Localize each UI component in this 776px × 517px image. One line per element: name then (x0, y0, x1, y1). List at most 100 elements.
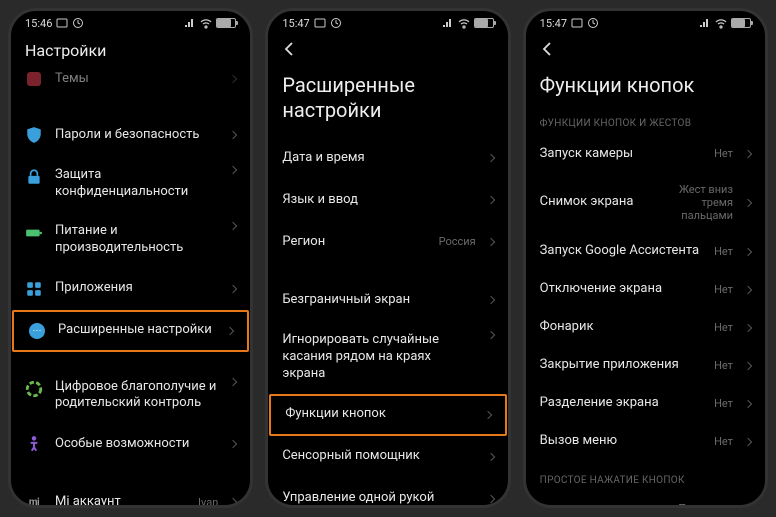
chevron-icon (486, 296, 494, 304)
back-icon[interactable] (540, 41, 556, 57)
themes-icon (27, 72, 41, 86)
section-single-press: ПРОСТОЕ НАЖАТИЕ КНОПОК (526, 461, 765, 492)
row-advanced[interactable]: ⋯ Расширенные настройки (12, 310, 249, 352)
battery-icon (731, 18, 751, 28)
chevron-icon (486, 452, 494, 460)
row-label: Разделение экрана (540, 395, 702, 412)
row-language[interactable]: Язык и ввод (268, 179, 507, 221)
settings-list[interactable]: Темы Пароли и безопасность Защита конфид… (11, 70, 250, 505)
wifi-icon (458, 17, 470, 29)
row-region[interactable]: Регион Россия (268, 221, 507, 263)
chevron-icon (483, 410, 491, 418)
chevron-icon (229, 222, 237, 230)
row-label: Mi аккаунт (55, 494, 186, 505)
row-privacy[interactable]: Защита конфиденциальности (11, 156, 250, 212)
row-menu-call[interactable]: Вызов меню Нет (526, 423, 765, 461)
row-value: Нет (714, 359, 733, 372)
battery-icon (216, 18, 236, 28)
status-time: 15:47 (540, 17, 567, 30)
clock-icon (72, 17, 84, 29)
row-label: Пароли и безопасность (55, 127, 218, 144)
status-bar: 15:47 (268, 11, 507, 35)
row-security[interactable]: Пароли и безопасность (11, 114, 250, 156)
page-title: Настройки (25, 41, 106, 60)
row-value: Нет (714, 397, 733, 410)
chevron-icon (229, 131, 237, 139)
apps-icon (25, 280, 43, 298)
phone-settings: 15:46 Настройки Темы Пароли и безопаснос… (8, 8, 253, 508)
row-label: Регион (282, 234, 426, 251)
row-fullscreen[interactable]: Безграничный экран (268, 279, 507, 321)
row-label: Управление одной рукой (282, 490, 475, 505)
button-functions-list[interactable]: ФУНКЦИИ КНОПОК И ЖЕСТОВ Запуск камеры Не… (526, 104, 765, 505)
row-split-screen[interactable]: Разделение экрана Нет (526, 385, 765, 423)
row-label: Цифровое благополучие и родительский кон… (55, 379, 218, 413)
row-value: Нет (714, 321, 733, 334)
row-themes[interactable]: Темы (11, 70, 250, 98)
back-icon[interactable] (282, 41, 298, 57)
row-screenshot[interactable]: Снимок экрана Жест вниз тремя пальцами (526, 173, 765, 233)
row-label: Снимок экрана (540, 194, 641, 211)
row-flashlight[interactable]: Фонарик Нет (526, 309, 765, 347)
row-value: Ivan (198, 496, 218, 505)
storage-icon (571, 17, 583, 29)
row-label: Игнорировать случайные касания рядом на … (282, 332, 475, 383)
status-time: 15:47 (282, 17, 309, 30)
row-edge-touch[interactable]: Игнорировать случайные касания рядом на … (268, 321, 507, 394)
row-one-hand[interactable]: Управление одной рукой (268, 478, 507, 505)
row-label: Расширенные настройки (58, 322, 215, 339)
row-mi-account[interactable]: mi Mi аккаунт Ivan (11, 481, 250, 505)
header: Настройки (11, 35, 250, 70)
row-touch-assistant[interactable]: Сенсорный помощник (268, 436, 507, 478)
row-label: Приложения (55, 280, 218, 297)
signal-icon (442, 17, 454, 29)
row-menu-button[interactable]: Кнопка "Меню" Показать недавние приложен… (526, 492, 765, 505)
accessibility-icon (25, 435, 43, 453)
row-screen-off[interactable]: Отключение экрана Нет (526, 271, 765, 309)
chevron-icon (744, 399, 752, 407)
row-accessibility[interactable]: Особые возможности (11, 423, 250, 465)
battery-icon (474, 18, 494, 28)
header (526, 35, 765, 67)
chevron-icon (226, 326, 234, 334)
wellbeing-icon (25, 380, 43, 398)
chevron-icon (486, 196, 494, 204)
storage-icon (314, 17, 326, 29)
row-label: Питание и производительность (55, 223, 218, 257)
row-button-functions[interactable]: Функции кнопок (269, 394, 506, 436)
row-close-app[interactable]: Закрытие приложения Нет (526, 347, 765, 385)
row-value: Нет (714, 283, 733, 296)
battery-icon (25, 224, 43, 242)
row-label: Сенсорный помощник (282, 448, 475, 465)
row-label: Запуск Google Ассистента (540, 243, 702, 260)
status-bar: 15:46 (11, 11, 250, 35)
row-battery[interactable]: Питание и производительность (11, 212, 250, 268)
row-label: Язык и ввод (282, 192, 475, 209)
row-label: Функции кнопок (285, 406, 472, 423)
row-apps[interactable]: Приложения (11, 268, 250, 310)
chevron-icon (486, 331, 494, 339)
row-wellbeing[interactable]: Цифровое благополучие и родительский кон… (11, 368, 250, 424)
advanced-list[interactable]: Дата и время Язык и ввод Регион Россия Б… (268, 137, 507, 505)
row-label: Запуск камеры (540, 146, 702, 163)
chevron-icon (229, 284, 237, 292)
dots-icon: ⋯ (29, 323, 45, 339)
header (268, 35, 507, 67)
lock-icon (25, 168, 43, 186)
shield-icon (25, 126, 43, 144)
page-title: Расширенные настройки (268, 67, 507, 137)
row-camera[interactable]: Запуск камеры Нет (526, 135, 765, 173)
row-label: Фонарик (540, 319, 702, 336)
chevron-icon (229, 166, 237, 174)
clock-icon (587, 17, 599, 29)
row-value: Нет (714, 147, 733, 160)
row-label: Вызов меню (540, 433, 702, 450)
row-datetime[interactable]: Дата и время (268, 137, 507, 179)
section-gestures: ФУНКЦИИ КНОПОК И ЖЕСТОВ (526, 104, 765, 135)
status-bar: 15:47 (526, 11, 765, 35)
chevron-icon (486, 154, 494, 162)
signal-icon (699, 17, 711, 29)
wifi-icon (200, 17, 212, 29)
chevron-icon (229, 440, 237, 448)
row-assistant[interactable]: Запуск Google Ассистента Нет (526, 233, 765, 271)
